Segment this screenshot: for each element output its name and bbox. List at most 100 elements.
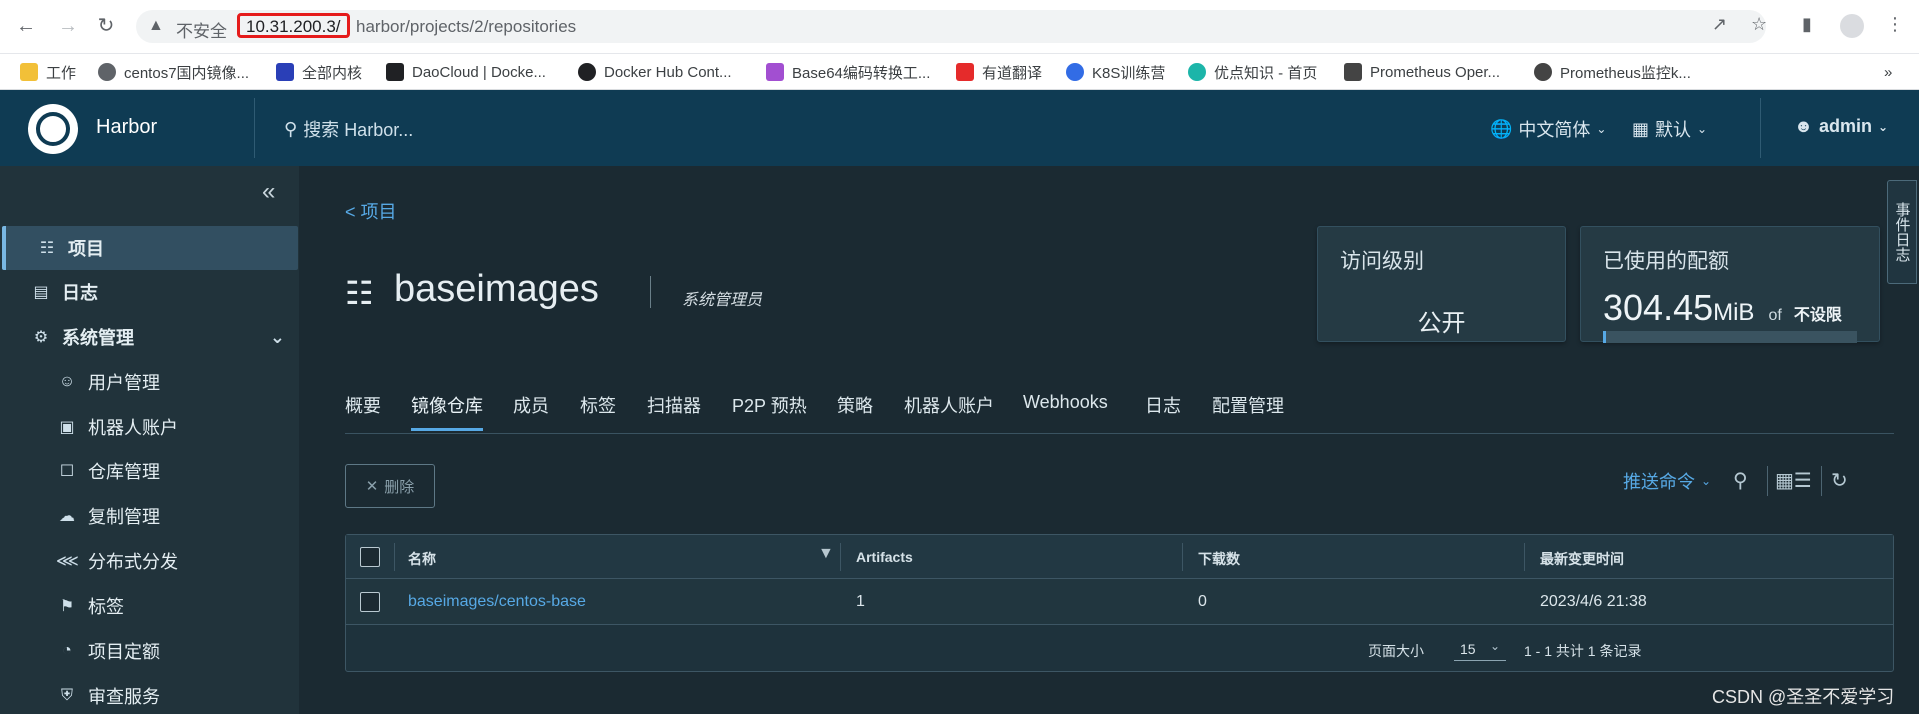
column-header-artifacts[interactable]: Artifacts [856,549,913,565]
filter-icon[interactable]: ▼ [818,545,834,563]
profile-avatar[interactable] [1840,14,1864,38]
page-size-label: 页面大小 [1368,643,1424,659]
tab-robot-accounts[interactable]: 机器人账户 [904,392,994,428]
tab-scanner[interactable]: 扫描器 [647,392,701,428]
collapse-sidebar-icon[interactable]: « [262,178,275,206]
sidebar-item-logs[interactable]: ▤ 日志 [0,270,299,314]
user-menu[interactable]: ☻ admin ⌄ [1794,116,1888,137]
insecure-label: 不安全 [176,22,227,41]
globe-icon: 🌐 [1490,118,1513,139]
column-header-name[interactable]: 名称 [408,549,436,569]
tab-policy[interactable]: 策略 [837,392,873,428]
bookmark-item[interactable]: Base64编码转换工... [766,62,930,82]
header-divider [1760,98,1761,158]
tab-p2p-preheat[interactable]: P2P 预热 [732,392,807,428]
quota-progress [1603,331,1857,343]
column-header-downloads[interactable]: 下载数 [1198,549,1240,569]
bookmark-item[interactable]: DaoCloud | Docke... [386,62,546,82]
star-icon[interactable]: ☆ [1751,14,1767,35]
quota-card: 已使用的配额 304.45MiB of 不设限 [1580,226,1880,343]
user-icon: ☻ [1794,116,1813,136]
replication-icon: ☁ [59,508,75,525]
column-divider [1182,543,1183,571]
tag-icon: ⚑ [59,598,75,615]
sidebar-item-users[interactable]: ☺ 用户管理 [0,360,299,404]
sidebar-item-registries[interactable]: ☐ 仓库管理 [0,449,299,493]
tab-summary[interactable]: 概要 [345,392,381,428]
sidebar-item-projects[interactable]: ☷ 项目 [2,226,298,270]
sidebar-item-distributions[interactable]: ⋘ 分布式分发 [0,539,299,583]
bookmark-item[interactable]: K8S训练营 [1066,62,1165,82]
grid-view-icon[interactable]: ▦☰ [1775,468,1812,493]
sidebar-item-robot-accounts[interactable]: ▣ 机器人账户 [0,405,299,449]
access-level-title: 访问级别 [1340,250,1424,273]
table-row[interactable]: baseimages/centos-base 1 0 2023/4/6 21:3… [346,579,1893,625]
bookmark-item[interactable]: Docker Hub Cont... [578,62,732,82]
calendar-icon: ▦ [1632,118,1650,139]
main-content: < 项目 ☷ baseimages 系统管理员 访问级别 公开 已使用的配额 3… [299,166,1919,714]
row-checkbox[interactable] [360,592,380,612]
reload-icon[interactable]: ↻ [94,14,118,38]
header-divider [254,98,255,158]
url-path: harbor/projects/2/repositories [356,17,577,36]
tab-configuration[interactable]: 配置管理 [1212,392,1284,428]
sidebar-item-project-quotas[interactable]: ◔ 项目定额 [0,629,299,673]
share-icon[interactable]: ↗ [1712,14,1727,35]
forward-icon[interactable]: → [56,14,80,38]
browser-toolbar: ← → ↻ ▲ 不安全 10.31.200.3/ harbor/projects… [0,0,1919,54]
chevron-down-icon: ⌄ [1596,122,1607,136]
global-search[interactable]: ⚲ 搜索 Harbor... [284,116,413,142]
bookmark-item[interactable]: Prometheus监控k... [1534,62,1691,82]
refresh-icon[interactable]: ↻ [1831,468,1848,493]
breadcrumb[interactable]: < 项目 [345,198,397,224]
bookmark-item[interactable]: 优点知识 - 首页 [1188,62,1317,82]
page-size-select[interactable]: 15 ⌄ [1454,635,1506,661]
more-bookmarks[interactable]: » [1884,62,1892,82]
role-label: 系统管理员 [682,292,763,309]
chevron-down-icon: ⌄ [1877,119,1889,134]
tab-repositories[interactable]: 镜像仓库 [411,392,483,431]
sidebar-item-interrogation-services[interactable]: ⛨ 审查服务 [0,674,299,714]
language-selector[interactable]: 🌐 中文简体 ⌄ [1490,116,1606,142]
project-tabs: 概要 镜像仓库 成员 标签 扫描器 P2P 预热 策略 机器人账户 Webhoo… [345,388,1894,434]
bookmark-item[interactable]: centos7国内镜像... [98,62,249,82]
column-divider [840,543,841,571]
updated-time: 2023/4/6 21:38 [1540,593,1647,610]
quota-used: 304.45MiB of 不设限 [1603,287,1842,328]
event-log-tab[interactable]: 事件日志 [1887,180,1917,284]
bookmark-item[interactable]: Prometheus Oper... [1344,62,1500,82]
push-command-dropdown[interactable]: 推送命令 ⌄ [1623,468,1711,494]
tab-webhooks[interactable]: Webhooks [1023,392,1108,423]
bookmark-item[interactable]: 工作 [20,62,76,82]
repository-link[interactable]: baseimages/centos-base [408,593,586,611]
bookmark-item[interactable]: 全部内核 [276,62,362,82]
app-header: Harbor ⚲ 搜索 Harbor... 🌐 中文简体 ⌄ ▦ 默认 ⌄ ☻ … [0,90,1919,166]
address-bar[interactable]: ▲ 不安全 10.31.200.3/ harbor/projects/2/rep… [136,10,1766,43]
theme-selector[interactable]: ▦ 默认 ⌄ [1632,116,1707,142]
share-icon: ⋘ [56,553,79,570]
chevron-down-icon: ⌄ [269,326,285,347]
project-icon: ☷ [345,275,374,311]
access-level-value: 公开 [1417,310,1466,337]
search-icon[interactable]: ⚲ [1733,468,1748,493]
column-header-updated[interactable]: 最新变更时间 [1540,549,1624,569]
tab-logs[interactable]: 日志 [1145,392,1181,428]
toolbar-divider [1821,466,1822,496]
delete-button[interactable]: ✕ 删除 [345,464,435,508]
sidebar-item-administration[interactable]: ⚙ 系统管理 ⌄ [0,315,299,359]
sidebar-item-replications[interactable]: ☁ 复制管理 [0,494,299,538]
access-level-card: 访问级别 公开 [1317,226,1566,342]
warning-icon: ▲ [148,17,164,34]
menu-icon[interactable]: ⋮ [1886,14,1904,35]
page-title: baseimages [394,268,599,310]
harbor-logo[interactable] [28,104,78,154]
sidebar-item-labels[interactable]: ⚑ 标签 [0,584,299,628]
sidepanel-icon[interactable]: ▮ [1802,14,1812,35]
back-icon[interactable]: ← [14,14,38,38]
tab-members[interactable]: 成员 [513,392,549,428]
search-placeholder: 搜索 Harbor... [303,120,414,140]
tab-labels[interactable]: 标签 [580,392,616,428]
select-all-checkbox[interactable] [360,547,380,567]
chevron-down-icon: ⌄ [1489,639,1500,653]
bookmark-item[interactable]: 有道翻译 [956,62,1042,82]
